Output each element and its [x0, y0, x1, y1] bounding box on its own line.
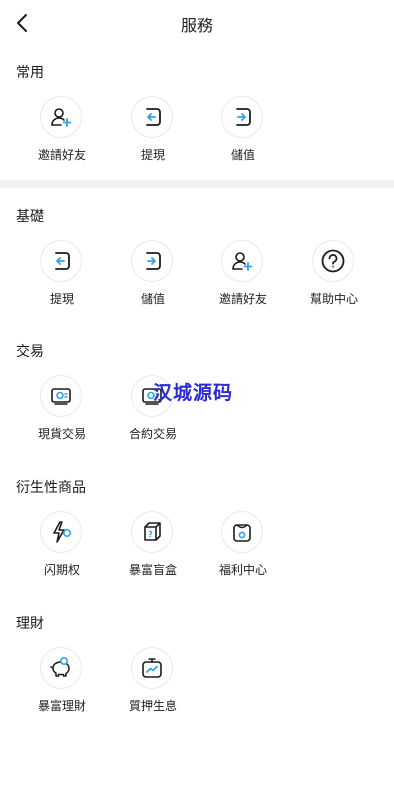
section-title-basic: 基礎	[16, 209, 44, 225]
service-label: 提現	[49, 292, 74, 306]
service-withdraw[interactable]: 提現	[108, 96, 198, 168]
section-divider	[0, 180, 394, 188]
page-title: 服務	[180, 16, 213, 35]
icon-circle	[312, 240, 354, 282]
service-label: 質押生息	[128, 699, 177, 713]
icon-circle	[40, 96, 82, 138]
section-title-derivatives: 衍生性商品	[16, 480, 86, 496]
section-title-common: 常用	[16, 65, 44, 81]
service-withdraw[interactable]: 提現	[17, 240, 107, 312]
service-wealth-finance[interactable]: 暴富理財	[17, 647, 107, 719]
service-spot-trade[interactable]: 現貨交易	[17, 375, 107, 447]
deposit-icon	[236, 108, 251, 126]
section-title-trade: 交易	[16, 344, 44, 360]
service-label: 福利中心	[218, 563, 267, 577]
icon-circle	[40, 511, 82, 553]
staking-chart-icon	[142, 658, 162, 678]
service-label: 合約交易	[128, 427, 177, 441]
service-label: 暴富盲盒	[128, 563, 177, 577]
service-invite-friends[interactable]: 邀請好友	[17, 96, 107, 168]
icon-circle	[40, 240, 82, 282]
deposit-icon	[146, 252, 161, 270]
svg-text:?: ?	[148, 530, 153, 539]
icon-circle	[40, 647, 82, 689]
section-title-finance: 理財	[16, 616, 44, 632]
icon-circle	[131, 96, 173, 138]
service-help-center[interactable]: 幫助中心	[289, 240, 379, 312]
service-invite-friends[interactable]: 邀請好友	[198, 240, 288, 312]
icon-circle	[40, 375, 82, 417]
service-flash-option[interactable]: 闪期权	[17, 511, 107, 583]
withdraw-icon	[146, 108, 161, 126]
flash-option-icon	[53, 521, 72, 543]
service-deposit[interactable]: 儲值	[108, 240, 198, 312]
help-icon	[321, 249, 345, 273]
icon-circle	[221, 96, 263, 138]
icon-circle	[131, 240, 173, 282]
service-label: 儲值	[140, 292, 165, 306]
service-label: 邀請好友	[218, 292, 267, 306]
withdraw-icon	[55, 252, 70, 270]
icon-circle: ?	[131, 511, 173, 553]
service-deposit[interactable]: 儲值	[198, 96, 288, 168]
welfare-icon	[233, 524, 251, 542]
top-bar: 服務	[0, 0, 394, 46]
invite-user-icon	[51, 108, 72, 127]
service-label: 暴富理財	[37, 699, 86, 713]
service-label: 提現	[140, 148, 165, 162]
service-welfare-center[interactable]: 福利中心	[198, 511, 288, 583]
icon-circle	[131, 647, 173, 689]
service-label: 邀請好友	[37, 148, 86, 162]
service-label: 幫助中心	[309, 292, 358, 306]
watermark-text: 汉城源码	[153, 382, 234, 404]
invite-user-icon	[232, 252, 253, 271]
icon-circle	[221, 511, 263, 553]
service-label: 現貨交易	[37, 427, 86, 441]
spot-trade-icon	[51, 388, 71, 405]
service-staking[interactable]: 質押生息	[108, 647, 198, 719]
mystery-box-icon: ?	[144, 522, 161, 541]
service-mystery-box[interactable]: ? 暴富盲盒	[108, 511, 198, 583]
service-label: 儲值	[230, 148, 255, 162]
icon-circle	[221, 240, 263, 282]
piggy-bank-icon	[50, 656, 70, 677]
service-label: 闪期权	[43, 563, 80, 577]
